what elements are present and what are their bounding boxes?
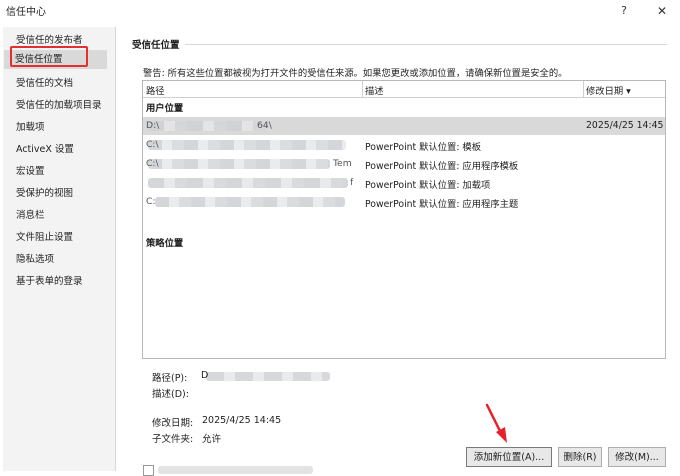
annotation-arrow-icon (485, 403, 507, 443)
checkbox-label-cutoff (158, 466, 313, 474)
